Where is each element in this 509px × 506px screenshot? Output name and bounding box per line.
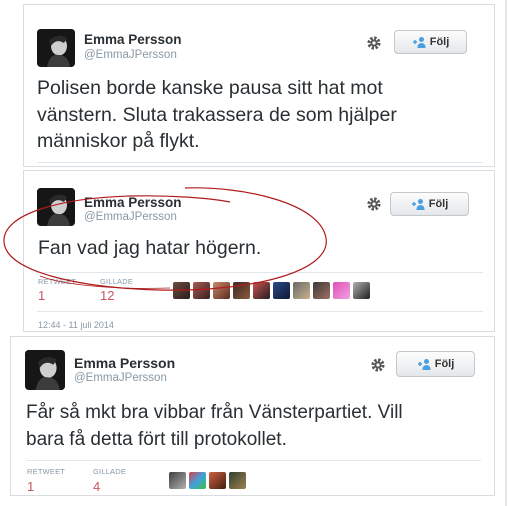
favoriter-avatar[interactable] [209, 472, 226, 489]
follow-button[interactable]: Följ [396, 351, 475, 377]
favoriter-avatar[interactable] [193, 282, 210, 299]
favorite-count[interactable]: 12 [100, 288, 114, 303]
favoriter-avatar[interactable] [293, 282, 310, 299]
favoriter-avatar[interactable] [229, 472, 246, 489]
favoriter-avatar[interactable] [233, 282, 250, 299]
favorite-label: GILLADE [93, 467, 127, 476]
tweet-text-line: vänstern. Sluta trakassera de som hjälpe… [37, 103, 397, 126]
retweet-label: RETWEET [38, 277, 77, 286]
follow-button[interactable]: Följ [394, 30, 467, 54]
avatar[interactable] [25, 350, 65, 390]
author-handle[interactable]: @EmmaJPersson [84, 211, 177, 223]
divider [26, 460, 481, 461]
tweet-card-3: Emma Persson @EmmaJPersson Följ Får så m… [10, 336, 495, 496]
tweet-text-line: Får så mkt bra vibbar från Vänsterpartie… [26, 402, 403, 423]
follow-label: Följ [429, 36, 450, 48]
tweet-text-line: människor på flykt. [37, 130, 200, 152]
author-name[interactable]: Emma Persson [74, 355, 175, 371]
favorite-count[interactable]: 4 [93, 479, 100, 494]
tweet-card-1: Emma Persson @EmmaJPersson Följ Polisen … [23, 4, 495, 167]
retweet-count[interactable]: 1 [27, 479, 34, 494]
divider [37, 311, 483, 312]
follow-person-icon [411, 199, 425, 210]
tweet-text-line: Polisen borde kanske pausa sitt hat mot [37, 77, 383, 99]
favoriter-avatar[interactable] [213, 282, 230, 299]
favoriter-avatar[interactable] [333, 282, 350, 299]
gear-icon[interactable] [369, 356, 387, 374]
follow-person-icon [417, 359, 431, 370]
retweet-count[interactable]: 1 [38, 288, 45, 303]
follow-person-icon [412, 37, 426, 48]
tweet-timestamp[interactable]: 12:44 - 11 juli 2014 [38, 320, 114, 330]
divider [37, 162, 483, 163]
favoriter-avatar[interactable] [173, 282, 190, 299]
follow-button[interactable]: Följ [390, 192, 469, 216]
favoriter-avatar[interactable] [313, 282, 330, 299]
author-name[interactable]: Emma Persson [84, 195, 182, 210]
tweet-text: Polisen borde kanske pausa sitt hat mot … [37, 75, 397, 155]
follow-label: Följ [428, 198, 449, 210]
tweet-card-2: Emma Persson @EmmaJPersson Följ Fan vad … [23, 170, 495, 332]
avatar[interactable] [37, 29, 75, 67]
favoriter-avatar[interactable] [353, 282, 370, 299]
divider [37, 272, 483, 273]
retweet-label: RETWEET [27, 467, 66, 476]
favorited-by-avatars [169, 472, 246, 489]
tweet-text: Får så mkt bra vibbar från Vänsterpartie… [26, 399, 403, 453]
tweet-text: Fan vad jag hatar högern. [38, 237, 262, 259]
author-handle[interactable]: @EmmaJPersson [74, 372, 167, 384]
page-edge-line [505, 0, 507, 506]
gear-icon[interactable] [365, 195, 383, 213]
avatar[interactable] [37, 188, 75, 226]
gear-icon[interactable] [365, 34, 383, 52]
favoriter-avatar[interactable] [169, 472, 186, 489]
favorite-label: GILLADE [100, 277, 134, 286]
favoriter-avatar[interactable] [273, 282, 290, 299]
author-name[interactable]: Emma Persson [84, 32, 182, 47]
author-handle[interactable]: @EmmaJPersson [84, 49, 177, 61]
favoriter-avatar[interactable] [253, 282, 270, 299]
tweet-text-line: bara få detta fört till protokollet. [26, 429, 287, 450]
favoriter-avatar[interactable] [189, 472, 206, 489]
favorited-by-avatars [173, 282, 370, 299]
follow-label: Följ [434, 358, 455, 370]
